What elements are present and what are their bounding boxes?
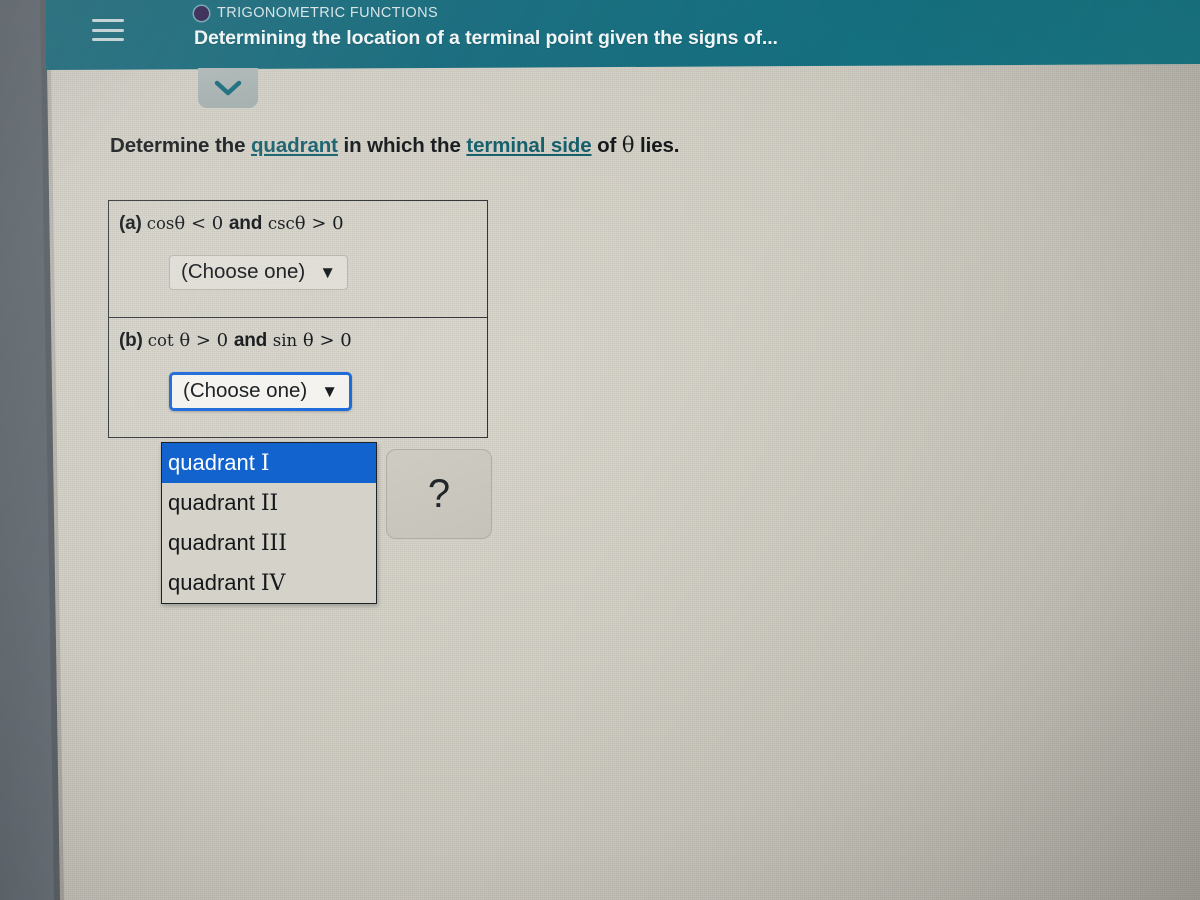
prompt-text-2: in which the	[337, 134, 467, 157]
collapse-header-tab[interactable]	[198, 68, 258, 108]
dropdown-option-quadrant-2[interactable]: quadrant II	[162, 483, 376, 523]
part-a-label: (a)	[119, 213, 142, 234]
part-b-fn2: sin	[272, 331, 298, 350]
part-b-expression-2: sin θ > 0	[267, 330, 352, 351]
part-a-fn2: csc	[267, 214, 295, 233]
part-a-statement: (a) cosθ < 0 and cscθ > 0	[119, 213, 487, 235]
part-b-rel1: > 0	[190, 330, 234, 351]
question-part-b: (b) cot θ > 0 and sin θ > 0 (Choose one)…	[109, 317, 487, 437]
prompt-text-3: of	[591, 134, 622, 157]
terminal-side-link[interactable]: terminal side	[466, 134, 591, 157]
option-word: quadrant	[168, 450, 255, 475]
part-a-select-wrap: (Choose one) ▼	[169, 255, 487, 290]
option-word: quadrant	[168, 490, 255, 515]
part-b-theta1: θ	[179, 330, 191, 351]
hamburger-line	[92, 38, 124, 41]
part-a-select-value: (Choose one)	[181, 260, 306, 283]
dropdown-options-list[interactable]: quadrant I quadrant II quadrant III quadran…	[161, 442, 377, 604]
part-b-select-value: (Choose one)	[183, 379, 308, 402]
option-roman: IV	[260, 570, 286, 596]
part-b-select-wrap: (Choose one) ▼	[169, 372, 487, 411]
course-topic-label: TRIGONOMETRIC FUNCTIONS	[217, 5, 439, 21]
part-a-expression-2: cscθ > 0	[262, 213, 344, 234]
hamburger-line	[92, 19, 124, 22]
part-a-theta2: θ	[294, 213, 306, 234]
chevron-down-icon: ▼	[319, 262, 337, 282]
part-b-select[interactable]: (Choose one) ▼	[169, 372, 353, 411]
page-title: Determining the location of a terminal p…	[194, 27, 778, 49]
help-button[interactable]: ?	[386, 449, 492, 539]
quadrant-link[interactable]: quadrant	[251, 134, 338, 157]
dropdown-option-quadrant-3[interactable]: quadrant III	[162, 523, 376, 563]
option-word: quadrant	[168, 530, 255, 555]
dropdown-option-quadrant-1[interactable]: quadrant I	[162, 443, 376, 483]
option-word: quadrant	[168, 570, 255, 595]
app-header: TRIGONOMETRIC FUNCTIONS Determining the …	[46, 0, 1200, 70]
part-a-rel1: < 0	[185, 213, 229, 234]
part-b-theta2: θ	[302, 330, 314, 351]
part-b-rel2: > 0	[313, 330, 352, 351]
header-eyebrow-row: TRIGONOMETRIC FUNCTIONS	[194, 2, 778, 24]
prompt-text-1: Determine the	[110, 134, 251, 157]
part-b-and: and	[233, 330, 268, 351]
question-part-a: (a) cosθ < 0 and cscθ > 0 (Choose one) ▼	[109, 201, 487, 317]
option-roman: II	[260, 490, 279, 516]
part-a-select[interactable]: (Choose one) ▼	[169, 255, 349, 290]
circle-icon	[194, 5, 209, 21]
part-b-expression: cot θ > 0	[148, 330, 234, 351]
header-text-block: TRIGONOMETRIC FUNCTIONS Determining the …	[194, 2, 778, 50]
part-b-label: (b)	[119, 330, 143, 351]
option-roman: I	[260, 450, 270, 476]
part-a-theta1: θ	[174, 213, 186, 234]
part-b-statement: (b) cot θ > 0 and sin θ > 0	[119, 330, 487, 352]
part-a-expression: cosθ < 0	[147, 213, 229, 234]
theta-symbol: θ	[621, 133, 635, 157]
prompt-text-4: lies.	[634, 134, 680, 157]
question-table: (a) cosθ < 0 and cscθ > 0 (Choose one) ▼…	[108, 200, 488, 438]
chevron-down-icon: ▼	[321, 381, 339, 401]
part-a-fn1: cos	[146, 214, 175, 233]
dropdown-option-quadrant-4[interactable]: quadrant IV	[162, 563, 376, 603]
hamburger-line	[92, 28, 124, 32]
chevron-down-icon	[214, 80, 242, 96]
hamburger-menu-icon[interactable]	[92, 16, 126, 44]
option-roman: III	[260, 530, 287, 556]
part-a-rel2: > 0	[305, 213, 344, 234]
screenshot-root: TRIGONOMETRIC FUNCTIONS Determining the …	[0, 0, 1200, 900]
part-a-and: and	[228, 213, 263, 234]
part-b-fn1: cot	[147, 331, 174, 350]
question-prompt: Determine the quadrant in which the term…	[110, 133, 680, 158]
question-mark-icon: ?	[427, 472, 451, 516]
